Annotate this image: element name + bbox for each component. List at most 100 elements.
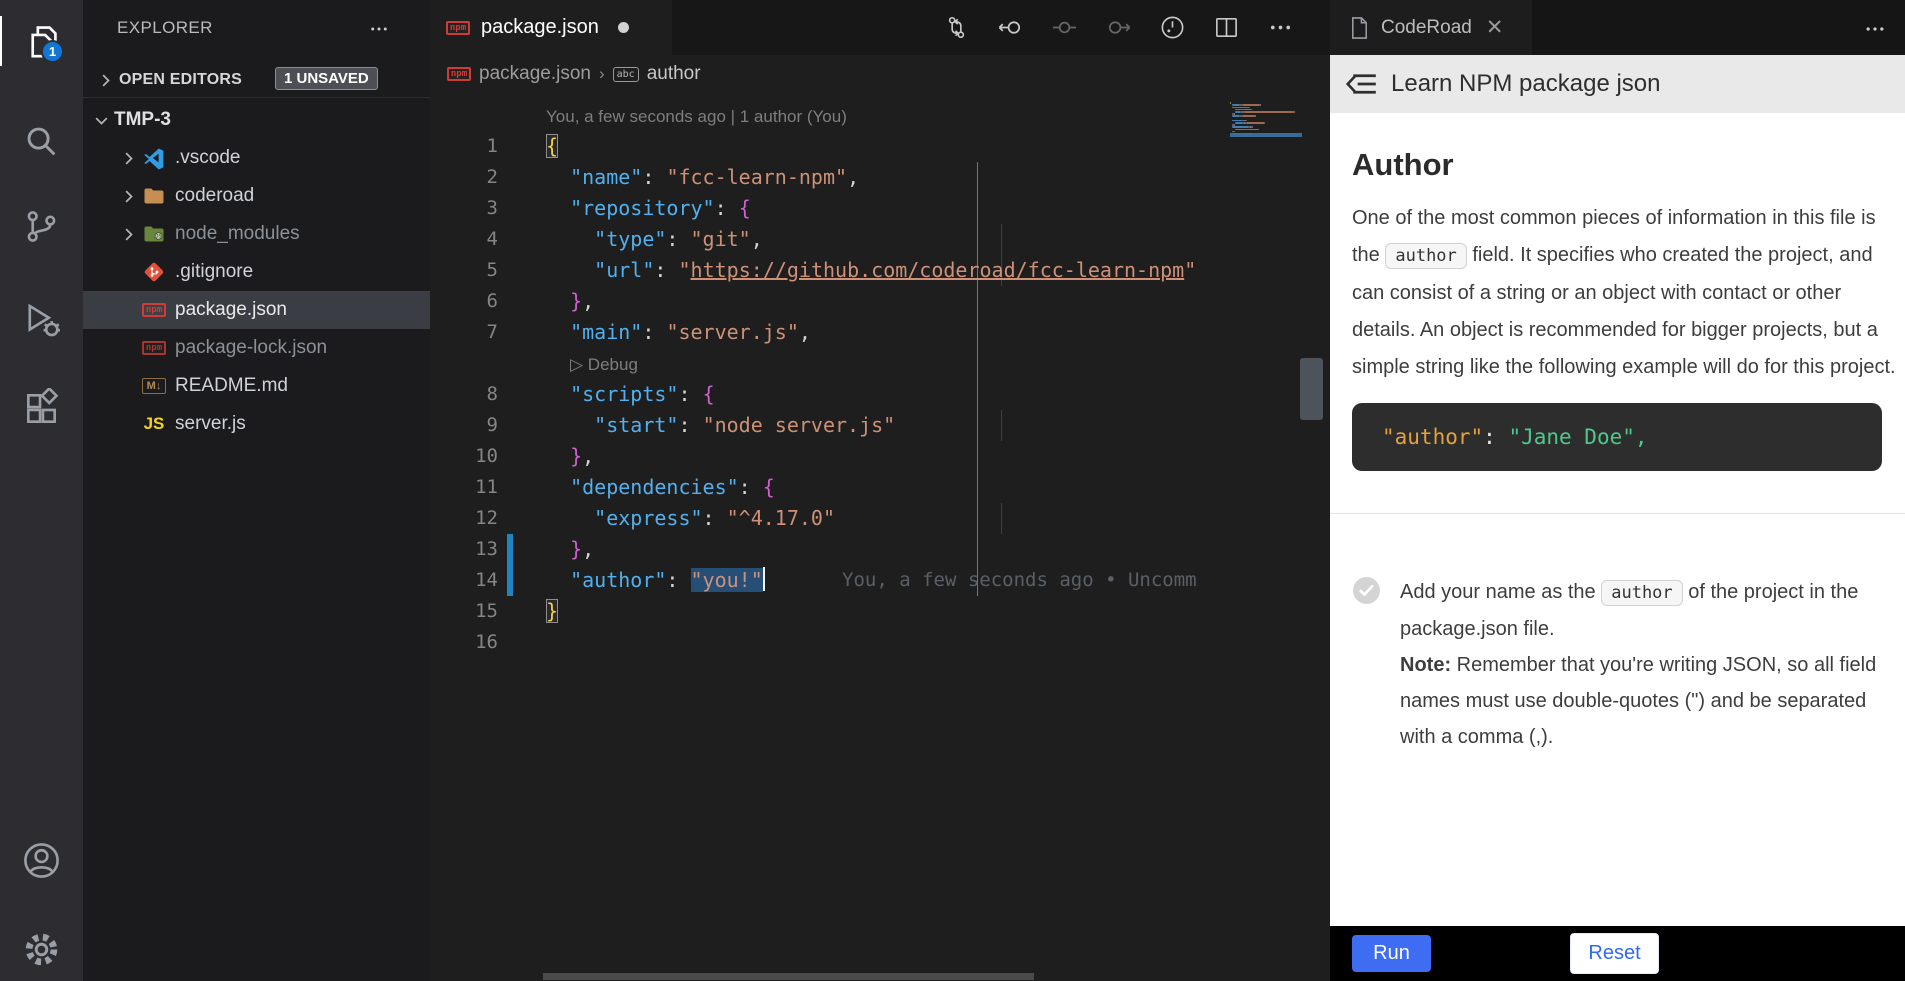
workspace-root-item[interactable]: TMP-3 <box>83 102 430 138</box>
npm-icon: npm <box>142 298 166 322</box>
authors-codelens[interactable]: You, a few seconds ago | 1 author (You) <box>430 100 1230 131</box>
code-line[interactable]: 4 "type": "git", <box>430 224 1230 255</box>
code-token: : <box>1483 425 1508 449</box>
close-icon[interactable]: ✕ <box>1486 15 1504 40</box>
minimap-line <box>1230 102 1231 104</box>
code-line[interactable]: 8 "scripts": { <box>430 379 1230 410</box>
file-item-coderoad[interactable]: coderoad <box>83 177 430 215</box>
code-line[interactable]: 3 "repository": { <box>430 193 1230 224</box>
tutorial-header: Learn NPM package json <box>1330 55 1905 113</box>
code-line[interactable]: 11 "dependencies": { <box>430 472 1230 503</box>
file-item-.gitignore[interactable]: .gitignore <box>83 253 430 291</box>
code-line[interactable]: 10 }, <box>430 441 1230 472</box>
file-label: server.js <box>175 413 246 435</box>
line-number: 8 <box>430 379 498 410</box>
activity-source-control-button[interactable] <box>0 199 83 253</box>
back-to-menu-icon[interactable] <box>1345 69 1378 99</box>
code-line[interactable]: 13 }, <box>430 534 1230 565</box>
code-line[interactable]: 2 "name": "fcc-learn-npm", <box>430 162 1230 193</box>
previous-change-icon[interactable] <box>997 14 1024 41</box>
code-line[interactable]: 7 "main": "server.js", <box>430 317 1230 348</box>
code-line[interactable]: 15} <box>430 596 1230 627</box>
modified-line-marker <box>507 534 513 565</box>
file-label: .gitignore <box>175 261 253 283</box>
npm-file-icon: npm <box>447 67 471 81</box>
divider <box>1330 513 1905 514</box>
open-editors-section[interactable]: OPEN EDITORS 1 UNSAVED <box>83 63 430 98</box>
file-item-node_modules[interactable]: JSnode_modules <box>83 215 430 253</box>
minimap[interactable] <box>1230 100 1302 400</box>
minimap-line <box>1235 129 1246 131</box>
chevron-right-icon <box>119 187 138 206</box>
activity-extensions-button[interactable] <box>0 381 83 435</box>
line-number: 12 <box>430 503 498 534</box>
minimap-line <box>1260 104 1261 106</box>
activity-search-button[interactable] <box>0 114 83 168</box>
modified-line-marker <box>507 565 513 596</box>
debug-codelens[interactable]: ▷ Debug <box>430 348 1230 379</box>
minimap-line <box>1246 122 1265 124</box>
code-line[interactable]: 5 "url": "https://github.com/coderoad/fc… <box>430 255 1230 286</box>
coderoad-panel: CodeRoad ✕ Learn NPM package json Author… <box>1330 0 1905 981</box>
file-item-package.json[interactable]: npm package.json <box>83 291 430 329</box>
file-label: package-lock.json <box>175 337 327 359</box>
activity-run-debug-button[interactable] <box>0 291 83 345</box>
unsaved-dot-icon[interactable] <box>618 22 629 33</box>
horizontal-scrollbar[interactable] <box>543 973 1034 980</box>
file-icon <box>1348 15 1371 41</box>
code-line[interactable]: 6 }, <box>430 286 1230 317</box>
search-icon <box>21 121 62 162</box>
scrollbar-thumb[interactable] <box>1300 358 1323 420</box>
code-token: "Jane Doe", <box>1508 425 1647 449</box>
activity-explorer-button[interactable]: 1 <box>0 14 83 68</box>
breadcrumb-file[interactable]: package.json <box>479 63 591 85</box>
explorer-more-actions-icon[interactable] <box>368 18 390 40</box>
file-item-.vscode[interactable]: .vscode <box>83 139 430 177</box>
timeline-icon[interactable] <box>1159 14 1186 41</box>
minimap-line <box>1249 107 1250 109</box>
extensions-icon <box>21 388 62 429</box>
task-text: Add your name as the author of the proje… <box>1400 574 1900 755</box>
minimap-line <box>1242 104 1260 106</box>
panel-more-actions-icon[interactable] <box>1863 17 1887 41</box>
tab-package-json[interactable]: npm package.json <box>430 0 672 55</box>
file-item-package-lock.json[interactable]: npmpackage-lock.json <box>83 329 430 367</box>
compare-changes-icon[interactable] <box>943 14 970 41</box>
minimap-line <box>1294 111 1295 113</box>
code-line[interactable]: 12 "express": "^4.17.0" <box>430 503 1230 534</box>
file-label: package.json <box>175 299 287 321</box>
reset-button[interactable]: Reset <box>1570 933 1659 974</box>
minimap-line <box>1232 104 1239 106</box>
folder-node-icon: JS <box>142 222 166 246</box>
chevron-down-icon <box>92 111 111 130</box>
activity-bar: 1 <box>0 0 83 981</box>
line-number: 16 <box>430 627 498 658</box>
breadcrumb: npm package.json › abc author <box>430 55 1330 93</box>
task-item: Add your name as the author of the proje… <box>1352 574 1905 755</box>
code-line[interactable]: 16 <box>430 627 1230 658</box>
panel-tab-bar: CodeRoad ✕ <box>1330 0 1905 55</box>
code-line[interactable]: 14 "author": "you!"You, a few seconds ag… <box>430 565 1230 596</box>
activity-account-button[interactable] <box>0 833 83 887</box>
code-line[interactable]: 1{ <box>430 131 1230 162</box>
split-editor-icon[interactable] <box>1213 14 1240 41</box>
more-actions-icon[interactable] <box>1267 14 1294 41</box>
line-number: 7 <box>430 317 498 348</box>
code-editor[interactable]: You, a few seconds ago | 1 author (You)1… <box>430 100 1230 658</box>
line-number: 1 <box>430 131 498 162</box>
next-change-icon[interactable] <box>1051 14 1078 41</box>
tab-coderoad[interactable]: CodeRoad ✕ <box>1330 0 1532 55</box>
vscode-window: 1 EXPLORER OPEN EDITORS 1 UNSAVED TMP-3 … <box>0 0 1905 981</box>
file-item-README.md[interactable]: M↓README.md <box>83 367 430 405</box>
tab-label: package.json <box>481 16 599 39</box>
code-line[interactable]: 9 "start": "node server.js" <box>430 410 1230 441</box>
run-button[interactable]: Run <box>1352 935 1431 972</box>
run-debug-icon <box>21 298 62 339</box>
breadcrumb-symbol[interactable]: author <box>647 63 701 85</box>
minimap-line <box>1232 126 1249 128</box>
inline-code-chip: author <box>1385 243 1466 269</box>
line-number: 9 <box>430 410 498 441</box>
file-item-server.js[interactable]: JSserver.js <box>83 405 430 443</box>
open-next-change-icon[interactable] <box>1105 14 1132 41</box>
activity-settings-button[interactable] <box>0 922 83 976</box>
